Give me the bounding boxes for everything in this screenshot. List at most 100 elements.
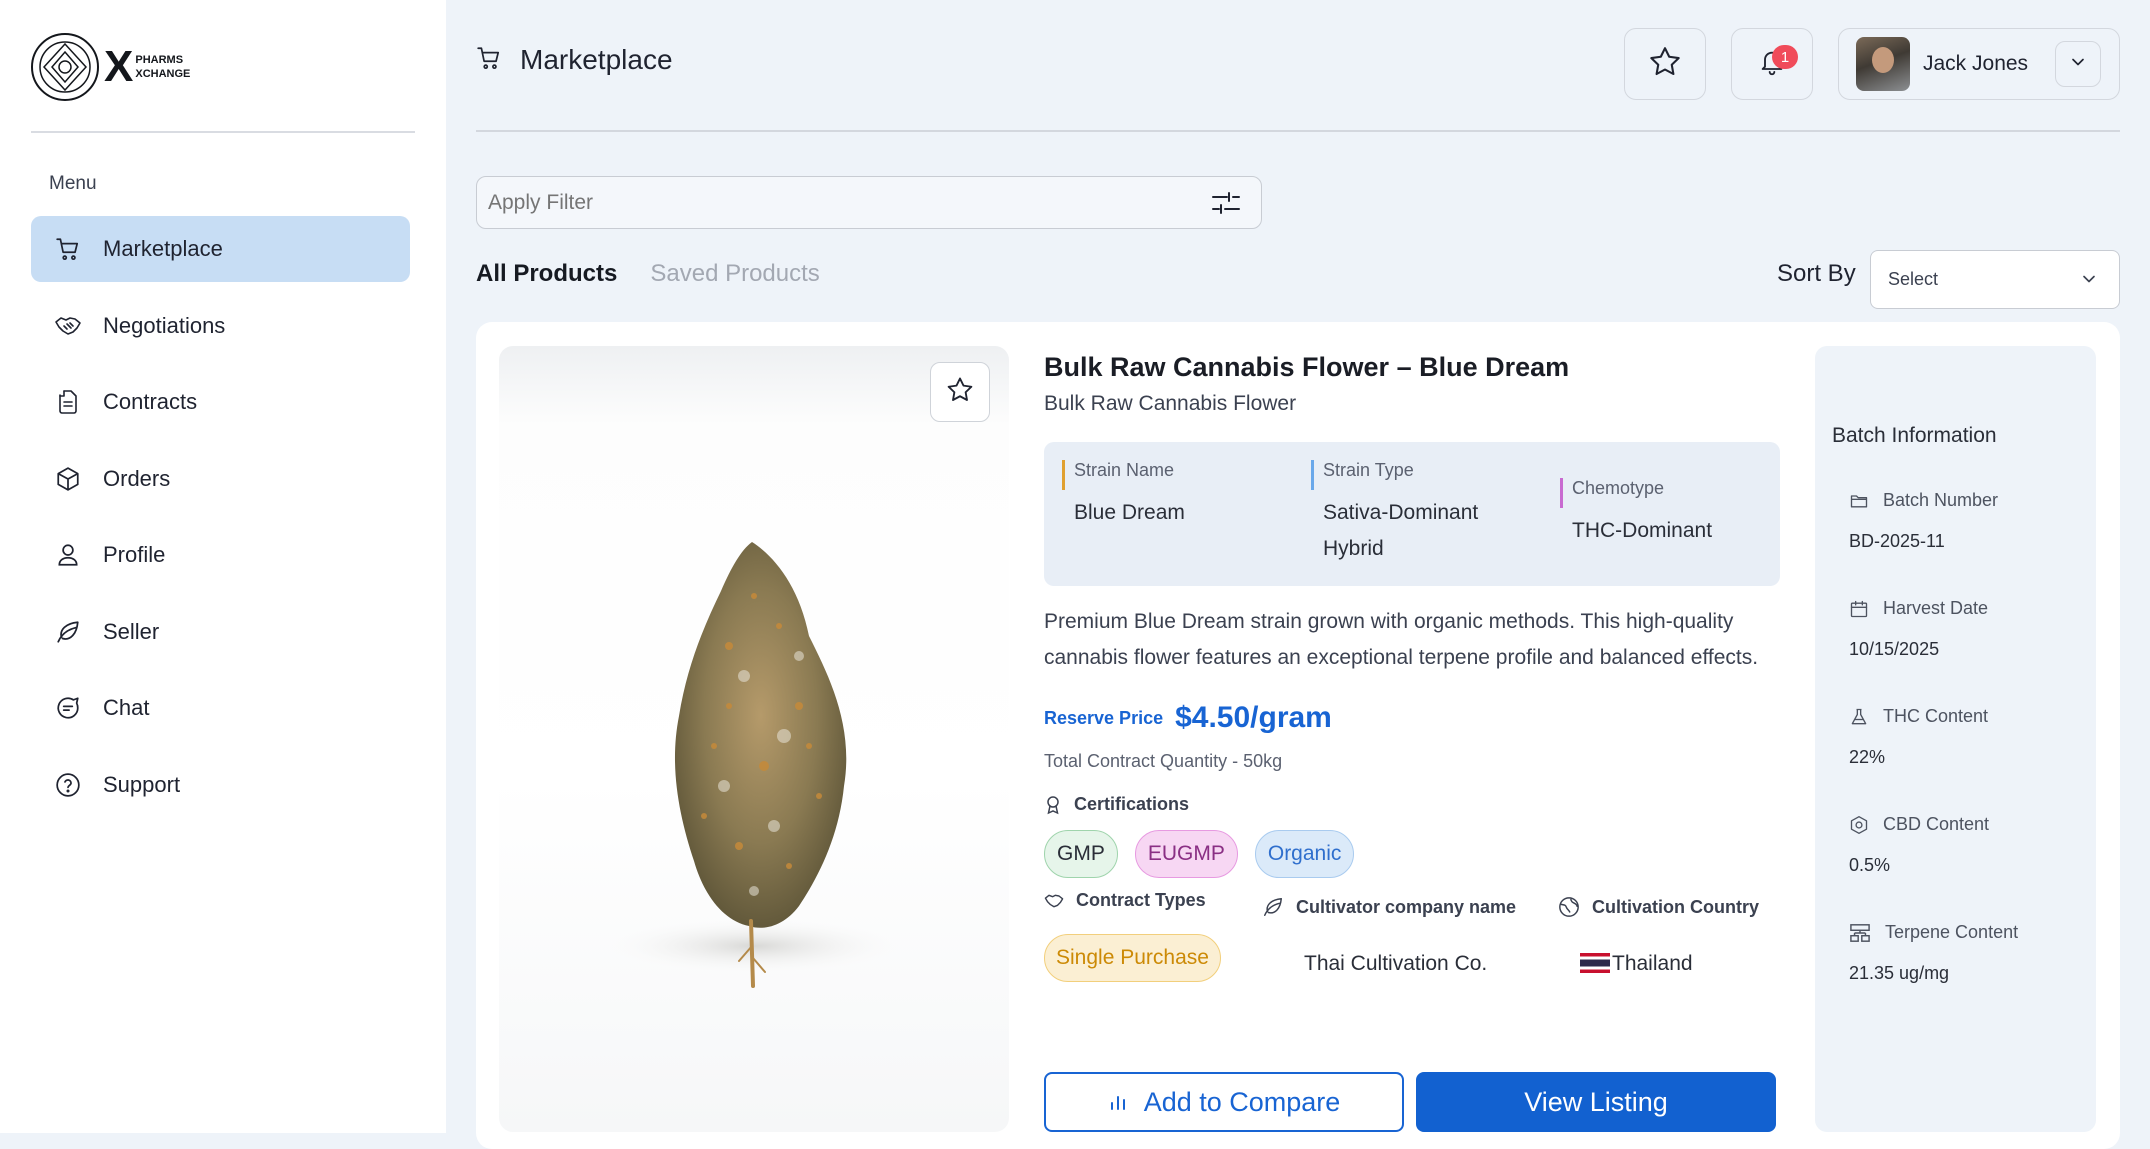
network-icon (1849, 923, 1871, 943)
cultivator-label: Cultivator company name (1296, 896, 1517, 917)
sidebar-item-label: Chat (103, 695, 150, 720)
contract-details: Contract Types Single Purchase Cultivato… (1044, 890, 1780, 1010)
thc-content-item: THC Content 22% (1849, 706, 1988, 768)
help-icon (53, 770, 83, 800)
strain-type-attr: Strain Type Sativa-Dominant Hybrid (1311, 460, 1511, 567)
award-icon (1044, 795, 1062, 815)
sidebar-item-label: Support (103, 771, 181, 797)
certifications-label: Certifications (1074, 794, 1190, 814)
product-title[interactable]: Bulk Raw Cannabis Flower – Blue Dream (1044, 352, 1780, 383)
contract-type-badge: Single Purchase (1044, 934, 1221, 982)
user-name: Jack Jones (1923, 52, 2029, 75)
chat-icon (53, 693, 83, 723)
avatar (1856, 37, 1910, 91)
country-label: Cultivation Country (1592, 896, 1759, 917)
calendar-icon (1849, 599, 1869, 619)
sidebar-item-contracts[interactable]: Contracts (31, 369, 410, 435)
country-heading: Cultivation Country (1558, 896, 1759, 918)
handshake-icon (1044, 892, 1064, 910)
country-col: Cultivation Country Thailand (1558, 896, 1759, 976)
star-icon (945, 375, 975, 410)
cart-icon (53, 234, 83, 264)
harvest-date-value: 10/15/2025 (1849, 639, 1940, 659)
leaf-icon (1262, 896, 1284, 918)
menu-label: Menu (49, 173, 97, 194)
user-menu-toggle[interactable] (2055, 41, 2101, 87)
sort-select[interactable]: Select (1870, 250, 2120, 309)
cultivator-col: Cultivator company name Thai Cultivation… (1262, 896, 1516, 976)
sidebar-item-seller[interactable]: Seller (31, 599, 410, 665)
product-description: Premium Blue Dream strain grown with org… (1044, 610, 1759, 669)
sidebar-item-negotiations[interactable]: Negotiations (31, 293, 410, 359)
chemotype-attr: Chemotype THC-Dominant (1560, 478, 1712, 549)
strain-type-label: Strain Type (1323, 460, 1414, 480)
page-title: Marketplace (520, 44, 673, 75)
document-icon (53, 387, 83, 417)
product-subtitle: Bulk Raw Cannabis Flower (1044, 392, 1297, 415)
product-tabs: All Products Saved Products (476, 260, 853, 288)
top-bar: Marketplace 1 Jack Jones (476, 0, 2120, 132)
page-title-group: Marketplace (476, 44, 673, 76)
cbd-content-label: CBD Content (1883, 814, 1990, 834)
sidebar-item-support[interactable]: Support (31, 752, 410, 818)
sidebar-item-label: Orders (103, 465, 171, 491)
user-menu[interactable]: Jack Jones (1838, 28, 2120, 100)
strain-name-attr: Strain Name Blue Dream (1062, 460, 1185, 531)
sidebar-divider (31, 131, 415, 133)
add-to-compare-label: Add to Compare (1143, 1086, 1341, 1117)
sidebar-item-label: Seller (103, 618, 160, 644)
cert-badge-gmp: GMP (1044, 830, 1118, 878)
chevron-down-icon (2079, 269, 2099, 294)
tab-all-products[interactable]: All Products (476, 260, 617, 288)
chemotype-value: THC-Dominant (1572, 519, 1713, 542)
filter-input[interactable] (488, 190, 1188, 215)
star-icon (1647, 44, 1683, 85)
notifications-button[interactable]: 1 (1731, 28, 1813, 100)
sidebar-nav: Marketplace Negotiations Contracts Order… (31, 216, 410, 828)
contract-types-col: Contract Types Single Purchase (1044, 890, 1221, 982)
batch-information-title: Batch Information (1832, 424, 1997, 447)
thailand-flag-icon (1580, 953, 1610, 973)
price-row: Reserve Price $4.50/gram (1044, 701, 1780, 735)
globe-icon (1558, 896, 1580, 918)
sidebar-item-label: Marketplace (103, 236, 223, 261)
pharmsxchange-logo[interactable]: X PHARMS XCHANGE (30, 32, 190, 102)
cart-icon (476, 45, 502, 76)
certification-list: GMP EUGMP Organic (1044, 830, 1780, 878)
cbd-content-item: CBD Content 0.5% (1849, 814, 1989, 876)
thc-content-value: 22% (1849, 747, 1886, 767)
cannabis-bud-image (594, 542, 914, 988)
sidebar-item-orders[interactable]: Orders (31, 446, 410, 512)
logo-line-1: PHARMS (135, 54, 184, 66)
hexagon-icon (1849, 815, 1869, 835)
chevron-down-icon (2068, 52, 2088, 77)
terpene-content-label: Terpene Content (1885, 922, 2019, 942)
product-attributes: Strain Name Blue Dream Strain Type Sativ… (1044, 442, 1780, 586)
product-image (499, 346, 1009, 1132)
view-listing-button[interactable]: View Listing (1416, 1072, 1776, 1132)
save-product-button[interactable] (930, 362, 990, 422)
contract-quantity: Total Contract Quantity - 50kg (1044, 751, 1283, 771)
strain-name-label: Strain Name (1074, 460, 1175, 480)
bar-chart-icon (1108, 1091, 1130, 1113)
sliders-icon[interactable] (1211, 189, 1241, 222)
terpene-content-item: Terpene Content 21.35 ug/mg (1849, 922, 2018, 984)
batch-number-label: Batch Number (1883, 490, 1999, 510)
logo-wordmark: X PHARMS XCHANGE (104, 42, 191, 91)
filter-bar[interactable] (476, 176, 1262, 229)
cert-badge-organic: Organic (1254, 830, 1355, 878)
contract-types-label: Contract Types (1076, 890, 1206, 910)
sidebar-item-chat[interactable]: Chat (31, 675, 410, 741)
user-icon (53, 540, 83, 570)
notification-badge: 1 (1772, 45, 1798, 69)
batch-number-value: BD-2025-11 (1849, 531, 1945, 551)
tab-saved-products[interactable]: Saved Products (650, 260, 819, 288)
box-icon (53, 464, 83, 494)
sidebar-item-profile[interactable]: Profile (31, 522, 410, 588)
sidebar-item-marketplace[interactable]: Marketplace (31, 216, 410, 282)
harvest-date-label: Harvest Date (1883, 598, 1989, 618)
reserve-price-value: $4.50/gram (1175, 701, 1332, 734)
product-card: Bulk Raw Cannabis Flower – Blue Dream Bu… (476, 322, 2120, 1149)
favorites-button[interactable] (1624, 28, 1706, 100)
add-to-compare-button[interactable]: Add to Compare (1044, 1072, 1404, 1132)
